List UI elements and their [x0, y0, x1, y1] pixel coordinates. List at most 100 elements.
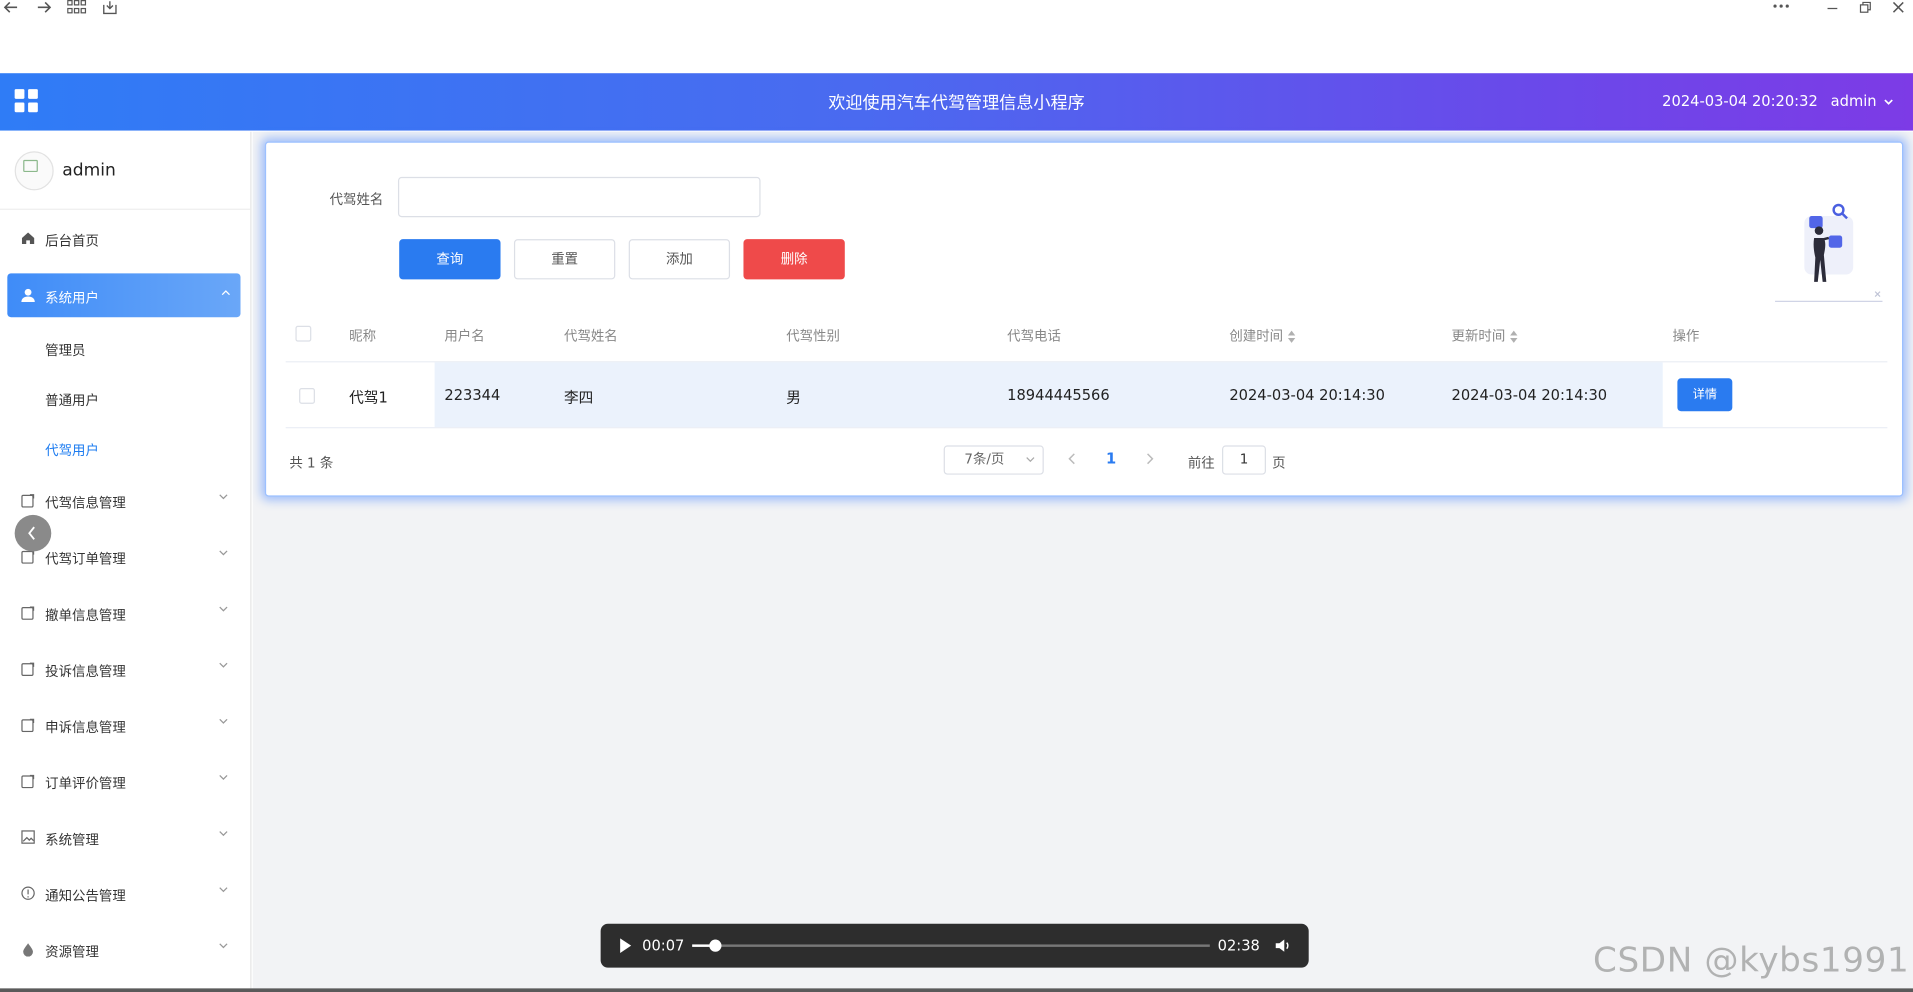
column-header-label: 创建时间	[1229, 328, 1284, 345]
goto-page-input[interactable]: 1	[1222, 445, 1266, 475]
close-icon[interactable]	[1892, 0, 1904, 15]
video-progress-track[interactable]	[692, 939, 1210, 952]
detail-button[interactable]: 详情	[1677, 378, 1733, 412]
sidebar-item-cancellations[interactable]: 撤单信息管理	[0, 586, 250, 642]
driver-table: 昵称 用户名 代驾姓名 代驾性别 代驾电话 创建时间 更新时间 操作 代驾1 2…	[285, 306, 1888, 429]
sidebar-item-label: 通知公告管理	[45, 888, 126, 905]
cell-nickname: 代驾1	[349, 389, 388, 407]
column-header: 代驾电话	[1007, 328, 1061, 345]
pagination-total: 共 1 条	[289, 455, 334, 471]
sort-icon[interactable]	[1287, 330, 1296, 343]
column-header-sortable[interactable]: 更新时间	[1452, 326, 1518, 346]
sidebar-item-label: 撤单信息管理	[45, 607, 126, 624]
sidebar-item-label: 代驾订单管理	[45, 551, 126, 568]
sidebar-item-label: 申诉信息管理	[45, 719, 126, 736]
chevron-up-icon	[221, 290, 230, 296]
sidebar-subitem-driver-users[interactable]: 代驾用户	[0, 423, 250, 473]
sidebar-item-complaints[interactable]: 投诉信息管理	[0, 642, 250, 698]
column-header-sortable[interactable]: 创建时间	[1229, 326, 1296, 346]
row-checkbox[interactable]	[299, 388, 315, 404]
search-label: 代驾姓名	[329, 191, 384, 208]
chevron-down-icon	[219, 550, 228, 556]
bottom-border	[0, 988, 1913, 992]
chevron-left-icon	[28, 526, 35, 540]
sidebar-subitem-normal-users[interactable]: 普通用户	[0, 373, 250, 423]
table-row: 代驾1 223344 李四 男 18944445566 2024-03-04 2…	[285, 362, 1888, 429]
column-header: 代驾性别	[786, 328, 840, 345]
chevron-down-icon	[219, 662, 228, 668]
sidebar-item-label: 投诉信息管理	[45, 663, 126, 680]
chevron-down-icon	[219, 775, 228, 780]
select-all-checkbox[interactable]	[295, 325, 312, 342]
clipboard-icon	[21, 774, 35, 789]
reset-button[interactable]: 重置	[513, 239, 616, 280]
column-header: 昵称	[349, 328, 377, 345]
sort-icon[interactable]	[1510, 330, 1518, 343]
page-number-current[interactable]: 1	[1106, 450, 1116, 467]
chevron-down-icon	[219, 943, 228, 949]
cell-updated: 2024-03-04 20:14:30	[1451, 386, 1608, 404]
sidebar-item-system-management[interactable]: 系统管理	[0, 810, 250, 866]
clipboard-icon	[21, 494, 35, 508]
header-user-name: admin	[1830, 92, 1877, 110]
sidebar-subitem-admins[interactable]: 管理员	[0, 323, 250, 373]
content-panel: 代驾姓名 查询 重置 添加 删除 昵称 用户名 代驾姓名 代驾性别 代驾电话 创…	[264, 141, 1904, 497]
column-header: 代驾姓名	[564, 328, 618, 345]
video-progress-handle[interactable]	[708, 939, 722, 952]
delete-button[interactable]: 删除	[743, 239, 845, 280]
cell-username: 223344	[444, 386, 501, 404]
picture-icon	[21, 830, 35, 844]
drop-icon	[23, 943, 33, 957]
volume-icon[interactable]	[1275, 937, 1292, 954]
sidebar-collapse-button[interactable]	[14, 514, 52, 552]
header-datetime: 2024-03-04 20:20:32	[1662, 92, 1818, 110]
app-title: 欢迎使用汽车代驾管理信息小程序	[828, 93, 1085, 114]
download-icon[interactable]	[103, 0, 118, 15]
header-user-dropdown[interactable]: admin	[1831, 93, 1894, 110]
sidebar-item-label: 代驾信息管理	[45, 495, 126, 512]
user-icon	[21, 288, 35, 302]
more-icon[interactable]	[1773, 2, 1790, 9]
sidebar-subitem-label: 代驾用户	[45, 442, 99, 459]
play-icon[interactable]	[620, 938, 632, 953]
chevron-down-icon	[1884, 98, 1893, 105]
clipboard-icon	[21, 662, 35, 676]
query-button[interactable]: 查询	[399, 239, 501, 280]
clipboard-icon	[21, 718, 35, 733]
chevron-down-icon	[219, 718, 228, 724]
sidebar-item-label: 系统用户	[45, 290, 99, 307]
browser-toolbar	[0, 0, 1913, 74]
video-current-time: 00:07	[642, 937, 685, 955]
sidebar-item-resources[interactable]: 资源管理	[0, 922, 250, 978]
video-controls: 00:07 02:38	[600, 923, 1309, 968]
page-size-value: 7条/页	[964, 451, 1005, 468]
restore-icon[interactable]	[1859, 0, 1871, 15]
sidebar-item-home[interactable]: 后台首页	[0, 211, 250, 267]
prev-page-icon[interactable]	[1067, 453, 1077, 465]
column-header-label: 更新时间	[1451, 328, 1506, 345]
table-header: 昵称 用户名 代驾姓名 代驾性别 代驾电话 创建时间 更新时间 操作	[285, 306, 1888, 363]
back-arrow-icon[interactable]	[3, 0, 19, 15]
cell-driver-name: 李四	[564, 389, 594, 407]
next-page-icon[interactable]	[1145, 453, 1155, 465]
sidebar-item-notices[interactable]: 通知公告管理	[0, 866, 250, 922]
cell-gender: 男	[786, 389, 801, 407]
minimize-icon[interactable]	[1826, 0, 1838, 15]
sidebar-subitem-label: 管理员	[45, 342, 86, 359]
sidebar-item-system-users[interactable]: 系统用户	[7, 273, 241, 318]
sidebar: admin 后台首页 系统用户 管理员 普通用户 代驾用户 代驾信息管理 代驾订…	[0, 131, 252, 989]
cell-phone: 18944445566	[1007, 386, 1110, 404]
sidebar-item-label: 后台首页	[45, 233, 99, 249]
chevron-down-icon	[219, 494, 228, 500]
page-size-select[interactable]: 7条/页	[943, 445, 1044, 475]
sidebar-item-reviews[interactable]: 订单评价管理	[0, 754, 250, 810]
sidebar-subitem-label: 普通用户	[45, 392, 99, 409]
info-icon	[21, 886, 35, 900]
column-header: 用户名	[444, 328, 485, 345]
sidebar-item-appeals[interactable]: 申诉信息管理	[0, 698, 250, 754]
forward-arrow-icon[interactable]	[37, 0, 52, 15]
apps-grid-icon[interactable]	[67, 0, 87, 15]
sidebar-menu: 后台首页 系统用户 管理员 普通用户 代驾用户 代驾信息管理 代驾订单管理 撤单…	[0, 211, 250, 979]
driver-name-input[interactable]	[397, 176, 761, 218]
add-button[interactable]: 添加	[628, 239, 731, 280]
